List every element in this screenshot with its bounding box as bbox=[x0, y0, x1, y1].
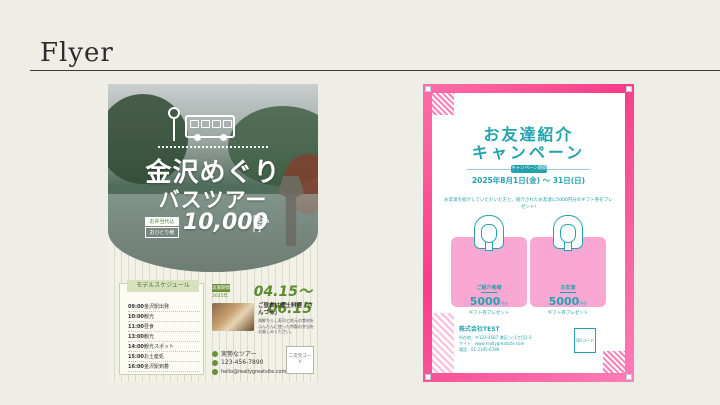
lunch-heading: ご昼食は郷土料理「さんづる」 bbox=[258, 303, 314, 316]
contact-block: 実勢なツアー 123-456-7890 hello@reallygreatsit… bbox=[212, 349, 286, 376]
selection-handle[interactable] bbox=[626, 86, 632, 92]
campaign-description: お友達を紹介していただいた方と、紹介されたお友達に5000円分のギフト券をプレゼ… bbox=[444, 198, 613, 210]
campaign-dates: 2025年8月1日(金) ～ 31日(日) bbox=[471, 176, 586, 185]
reward-divider bbox=[560, 292, 576, 293]
bento-photo bbox=[212, 303, 254, 331]
schedule-item: 16:00 金沢駅到着 bbox=[128, 362, 200, 372]
reward-gift: ギフト券プレゼント bbox=[547, 311, 589, 316]
bus-stop-icon bbox=[168, 107, 180, 143]
schedule-item: 10:00 観光 bbox=[128, 312, 200, 322]
info-line: 電話：01-2345-6789 bbox=[459, 347, 500, 352]
reward-amount: 5000円分 bbox=[548, 295, 588, 308]
reward-amount: 5000円分 bbox=[469, 295, 509, 308]
price-unit: 税込円 bbox=[253, 215, 269, 233]
company-info: 所在地：〒123-4567 港区○○1丁目2-3 サイト：www.reallyg… bbox=[459, 335, 579, 353]
price-badge: お弁当代込 おひとり様 bbox=[145, 217, 179, 238]
schedule-item: 14:00 観光スポット bbox=[128, 342, 200, 352]
selection-handle[interactable] bbox=[425, 374, 431, 380]
schedule-heading: モデルスケジュール bbox=[127, 280, 199, 292]
stripe-decoration bbox=[432, 93, 454, 115]
woman-avatar-icon bbox=[472, 215, 506, 255]
reward-divider bbox=[481, 292, 497, 293]
schedule-item: 15:00 お土産処 bbox=[128, 352, 200, 362]
period-tag: キャンペーン期間 bbox=[511, 165, 547, 173]
qr-code[interactable]: QRコード bbox=[574, 328, 596, 353]
referral-flyer[interactable]: お友達紹介 キャンペーン キャンペーン期間 2025年8月1日(金) ～ 31日… bbox=[423, 84, 634, 382]
lunch-info: ご昼食は郷土料理「さんづる」 海鮮ちらし寿司と地元の食材をふんだんに使った特製お… bbox=[258, 303, 316, 335]
reward-gift: ギフト券プレゼント bbox=[468, 311, 510, 316]
selection-handle[interactable] bbox=[425, 86, 431, 92]
stripe-decoration bbox=[603, 351, 625, 373]
lunch-description: 海鮮ちらし寿司と地元の食材をふんだんに使った特製お弁当をお楽しみください。 bbox=[258, 318, 314, 334]
woman-avatar-icon bbox=[551, 215, 585, 255]
phone-icon bbox=[212, 359, 218, 366]
price-badge-top: お弁当代込 bbox=[145, 217, 179, 226]
contact-org: 実勢なツアー bbox=[212, 349, 284, 358]
bus-tour-flyer[interactable]: 金沢めぐり バスツアー お弁当代込 おひとり様 10,000 税込円 モデルスケ… bbox=[108, 84, 318, 382]
company-name: 株式会社TEST bbox=[459, 326, 500, 333]
chat-icon bbox=[212, 350, 218, 357]
bus-icon bbox=[185, 115, 235, 141]
selection-handle[interactable] bbox=[626, 374, 632, 380]
contact-phone[interactable]: 123-456-7890 bbox=[212, 358, 284, 367]
tour-year: 2025年 bbox=[212, 294, 228, 299]
reward-label: お友達 bbox=[560, 285, 576, 291]
contact-email[interactable]: hello@reallygreatsite.com bbox=[212, 367, 286, 376]
schedule-box: モデルスケジュール 09:00 金沢駅出発 10:00 観光 11:00 昼食 13:… bbox=[119, 280, 204, 375]
dotted-divider bbox=[158, 146, 268, 148]
mail-icon bbox=[212, 368, 218, 375]
price-badge-bottom: おひとり様 bbox=[145, 227, 179, 238]
schedule-item: 13:00 観光 bbox=[128, 332, 200, 342]
slide-title: Flyer bbox=[40, 38, 114, 68]
stripe-decoration bbox=[432, 313, 454, 373]
reward-label: ご紹介者様 bbox=[476, 285, 502, 291]
title-divider bbox=[30, 70, 720, 71]
qr-code[interactable]: 二次元コード bbox=[286, 346, 314, 374]
schedule-item: 11:00 昼食 bbox=[128, 322, 200, 332]
schedule-item: 09:00 金沢駅出発 bbox=[128, 302, 200, 312]
flyer-subtitle: キャンペーン bbox=[471, 143, 586, 162]
